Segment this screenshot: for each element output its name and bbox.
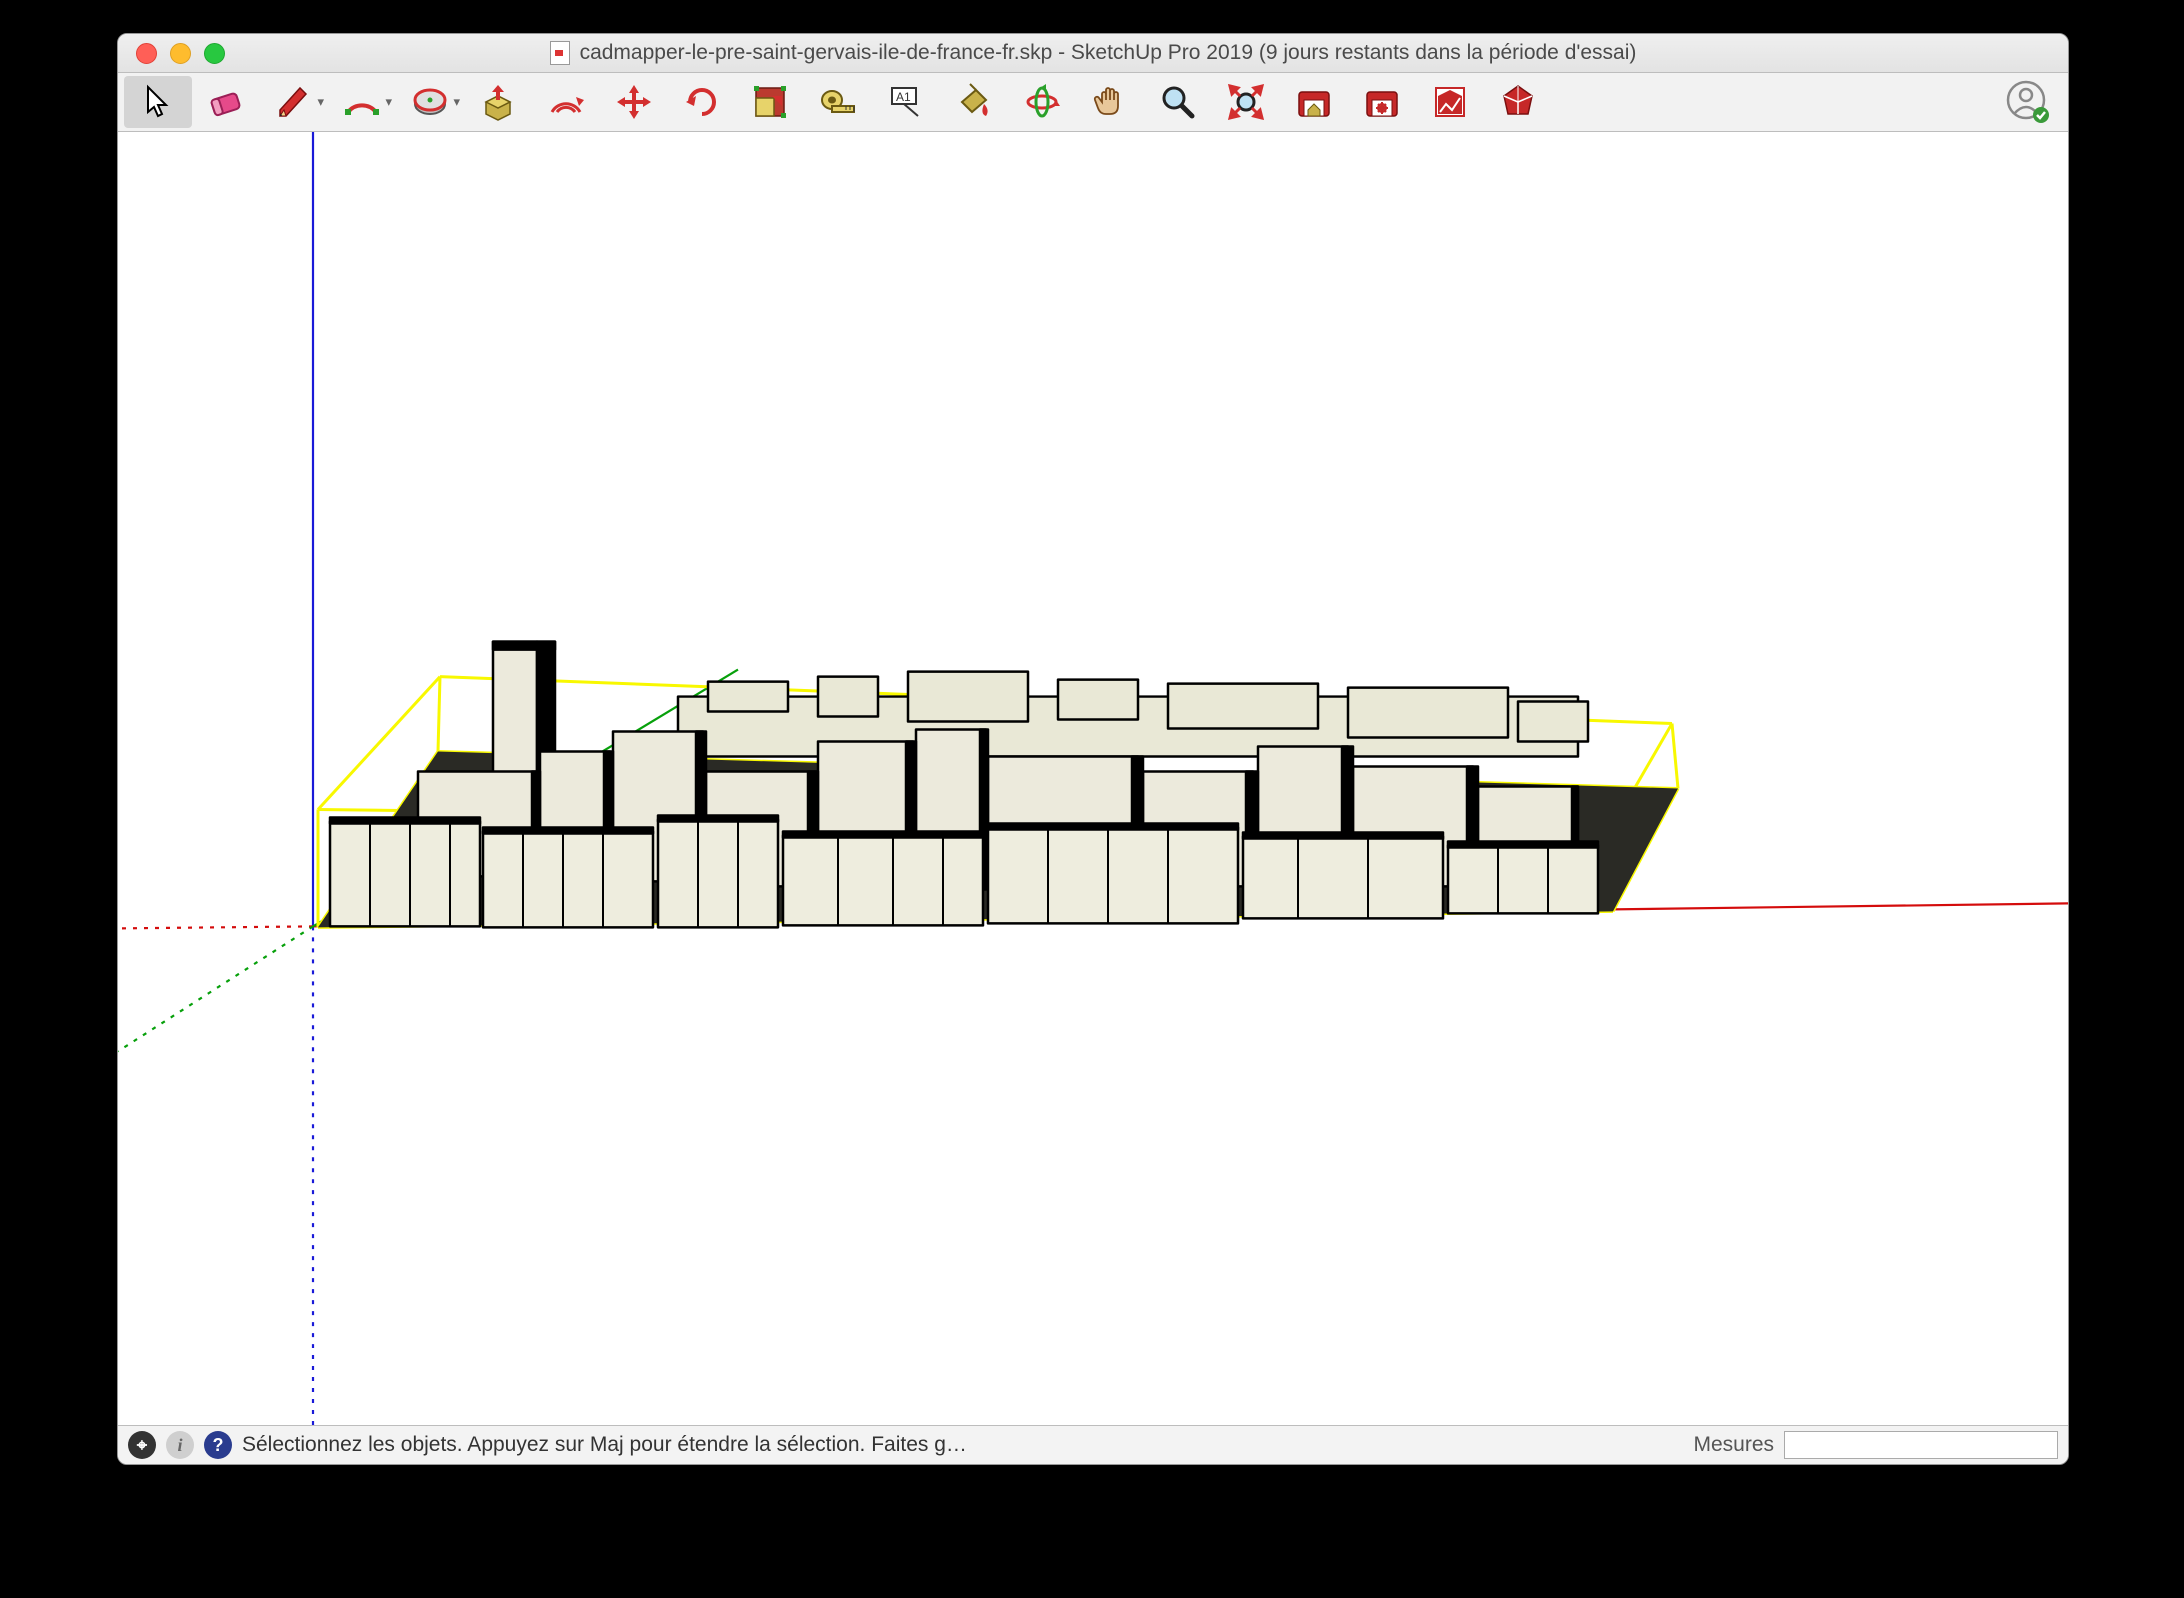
warehouse-icon (1294, 82, 1334, 122)
orbit-tool[interactable] (1008, 76, 1076, 128)
scale-tool[interactable] (736, 76, 804, 128)
orbit-icon (1022, 82, 1062, 122)
move-tool[interactable] (600, 76, 668, 128)
push-pull-icon (478, 82, 518, 122)
arc-tool[interactable]: ▾ (328, 76, 396, 128)
zoom-tool[interactable] (1144, 76, 1212, 128)
pan-tool[interactable] (1076, 76, 1144, 128)
arc-icon (342, 82, 382, 122)
line-tool[interactable]: ▾ (260, 76, 328, 128)
layout-tool[interactable] (1416, 76, 1484, 128)
toolbar: ▾ ▾ ▾ (118, 73, 2068, 132)
layout-icon (1430, 82, 1470, 122)
credits-status-icon[interactable]: i (166, 1431, 194, 1459)
window-title: cadmapper-le-pre-saint-gervais-ile-de-fr… (580, 41, 1637, 65)
ruby-console-tool[interactable] (1484, 76, 1552, 128)
paint-bucket-icon (954, 82, 994, 122)
shapes-tool[interactable]: ▾ (396, 76, 464, 128)
paint-bucket-tool[interactable] (940, 76, 1008, 128)
status-hint-text: Sélectionnez les objets. Appuyez sur Maj… (242, 1433, 1683, 1457)
select-tool[interactable] (124, 76, 192, 128)
zoom-extents-icon (1226, 82, 1266, 122)
user-icon (2004, 78, 2052, 126)
push-pull-tool[interactable] (464, 76, 532, 128)
rectangle-icon (410, 82, 450, 122)
extension-warehouse-icon (1362, 82, 1402, 122)
3d-model-buildings (330, 642, 1598, 928)
scale-icon (750, 82, 790, 122)
minimize-window-button[interactable] (170, 43, 191, 64)
eraser-tool[interactable] (192, 76, 260, 128)
eraser-icon (206, 82, 246, 122)
svg-text:A1: A1 (896, 90, 911, 104)
3d-viewport[interactable] (118, 132, 2068, 1425)
cursor-icon (138, 82, 178, 122)
offset-icon (546, 82, 586, 122)
hand-icon (1090, 82, 1130, 122)
app-window: cadmapper-le-pre-saint-gervais-ile-de-fr… (117, 33, 2069, 1465)
tape-measure-icon (818, 82, 858, 122)
offset-tool[interactable] (532, 76, 600, 128)
extension-warehouse-tool[interactable] (1348, 76, 1416, 128)
traffic-lights (118, 43, 225, 64)
rotate-tool[interactable] (668, 76, 736, 128)
pencil-icon (274, 82, 314, 122)
3d-warehouse-tool[interactable] (1280, 76, 1348, 128)
move-icon (614, 82, 654, 122)
magnifier-icon (1158, 82, 1198, 122)
chevron-down-icon: ▾ (317, 94, 324, 110)
tape-measure-tool[interactable] (804, 76, 872, 128)
chevron-down-icon: ▾ (453, 94, 460, 110)
help-status-icon[interactable]: ? (204, 1431, 232, 1459)
text-icon: A1 (886, 82, 926, 122)
zoom-extents-tool[interactable] (1212, 76, 1280, 128)
text-tool[interactable]: A1 (872, 76, 940, 128)
geolocation-status-icon[interactable]: ⌖ (128, 1431, 156, 1459)
close-window-button[interactable] (136, 43, 157, 64)
ruby-icon (1498, 82, 1538, 122)
titlebar: cadmapper-le-pre-saint-gervais-ile-de-fr… (118, 34, 2068, 73)
rotate-icon (682, 82, 722, 122)
statusbar: ⌖ i ? Sélectionnez les objets. Appuyez s… (118, 1425, 2068, 1464)
measurements-input[interactable] (1784, 1431, 2058, 1459)
axis-y-dotted (118, 926, 313, 1051)
document-icon (550, 41, 570, 65)
measurements-label: Mesures (1693, 1433, 1774, 1457)
chevron-down-icon: ▾ (385, 94, 392, 110)
axis-x-dotted (118, 926, 313, 928)
account-button[interactable] (2004, 78, 2052, 126)
zoom-window-button[interactable] (204, 43, 225, 64)
